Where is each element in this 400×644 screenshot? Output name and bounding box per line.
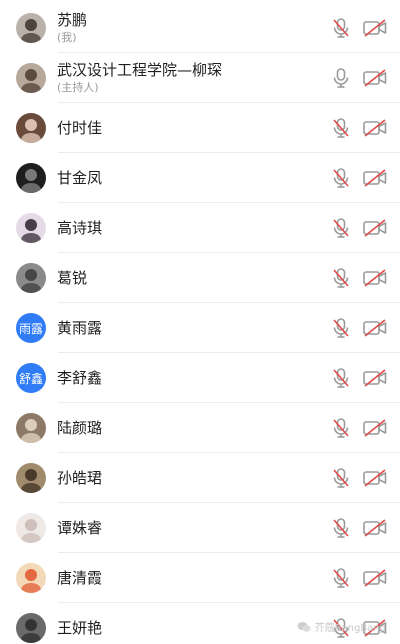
avatar-photo <box>16 163 46 193</box>
mic-muted-icon[interactable] <box>330 17 352 39</box>
camera-off-icon[interactable] <box>362 17 388 39</box>
avatar: 雨露 <box>16 313 46 343</box>
avatar-photo <box>16 463 46 493</box>
avatar <box>16 463 46 493</box>
avatar <box>16 13 46 43</box>
camera-off-icon[interactable] <box>362 367 388 389</box>
participant-info: 武汉设计工程学院—柳琛 (主持人) <box>57 61 222 95</box>
participant-info: 李舒鑫 <box>57 369 102 387</box>
camera-off-icon[interactable] <box>362 117 388 139</box>
avatar-initials: 舒鑫 <box>18 371 43 386</box>
participant-row[interactable]: 葛锐 <box>0 253 400 303</box>
participant-info: 高诗琪 <box>57 219 102 237</box>
avatar-photo <box>16 213 46 243</box>
mic-muted-icon[interactable] <box>330 217 352 239</box>
participant-row[interactable]: 舒鑫 李舒鑫 <box>0 353 400 403</box>
participant-row[interactable]: 武汉设计工程学院—柳琛 (主持人) <box>0 53 400 103</box>
participant-info: 付时佳 <box>57 119 102 137</box>
participant-name: 李舒鑫 <box>57 369 103 387</box>
avatar <box>16 613 46 643</box>
participant-info: 唐清霞 <box>57 569 102 587</box>
participant-list: 苏鹏 (我) 武汉设计工程学院—柳琛 (主持人) 付时佳 甘金凤 高诗琪 葛锐 雨露 黄雨露 舒鑫李… <box>0 0 400 644</box>
participant-role: (我) <box>57 31 77 44</box>
avatar-photo <box>16 63 46 93</box>
mic-muted-icon[interactable] <box>330 467 352 489</box>
participant-name: 陆颜璐 <box>57 419 103 437</box>
mic-muted-icon[interactable] <box>330 367 352 389</box>
avatar: 舒鑫 <box>16 363 46 393</box>
avatar <box>16 113 46 143</box>
participant-info: 苏鹏 (我) <box>57 11 87 45</box>
participant-info: 谭姝睿 <box>57 519 102 537</box>
participant-row[interactable]: 高诗琪 <box>0 203 400 253</box>
avatar-photo <box>16 13 46 43</box>
participant-row[interactable]: 苏鹏 (我) <box>0 3 400 53</box>
participant-info: 王妍艳 <box>57 619 102 637</box>
participant-row[interactable]: 陆颜璐 <box>0 403 400 453</box>
avatar-photo <box>16 613 46 643</box>
avatar <box>16 163 46 193</box>
camera-off-icon[interactable] <box>362 567 388 589</box>
participant-info: 陆颜璐 <box>57 419 102 437</box>
avatar <box>16 513 46 543</box>
avatar-photo <box>16 563 46 593</box>
avatar-photo <box>16 513 46 543</box>
mic-muted-icon[interactable] <box>330 417 352 439</box>
participant-row[interactable]: 甘金凤 <box>0 153 400 203</box>
participant-name: 王妍艳 <box>57 619 103 637</box>
participant-name: 唐清霞 <box>57 569 103 587</box>
mic-muted-icon[interactable] <box>330 517 352 539</box>
participant-name: 高诗琪 <box>57 219 103 237</box>
participant-row[interactable]: 雨露 黄雨露 <box>0 303 400 353</box>
camera-off-icon[interactable] <box>362 167 388 189</box>
participant-row[interactable]: 付时佳 <box>0 103 400 153</box>
avatar <box>16 563 46 593</box>
mic-muted-icon[interactable] <box>330 317 352 339</box>
camera-off-icon[interactable] <box>362 67 388 89</box>
wechat-icon <box>297 621 311 632</box>
avatar-photo <box>16 113 46 143</box>
mic-muted-icon[interactable] <box>330 267 352 289</box>
camera-off-icon[interactable] <box>362 467 388 489</box>
participant-name: 谭姝睿 <box>57 519 103 537</box>
mic-icon[interactable] <box>330 67 352 89</box>
watermark: 芥蔻BangBang <box>297 619 386 634</box>
participant-role: (主持人) <box>57 81 99 94</box>
participant-name: 甘金凤 <box>57 169 103 187</box>
avatar-photo <box>16 413 46 443</box>
participant-name: 葛锐 <box>57 269 88 287</box>
camera-off-icon[interactable] <box>362 317 388 339</box>
participant-info: 黄雨露 <box>57 319 102 337</box>
participant-row[interactable]: 孙皓珺 <box>0 453 400 503</box>
avatar-photo <box>16 263 46 293</box>
mic-muted-icon[interactable] <box>330 117 352 139</box>
participant-name: 苏鹏 <box>57 11 88 29</box>
avatar <box>16 213 46 243</box>
participant-info: 孙皓珺 <box>57 469 102 487</box>
avatar <box>16 413 46 443</box>
avatar-initials: 雨露 <box>18 321 43 336</box>
participant-info: 甘金凤 <box>57 169 102 187</box>
mic-muted-icon[interactable] <box>330 167 352 189</box>
participant-name: 付时佳 <box>57 119 103 137</box>
avatar <box>16 63 46 93</box>
participant-info: 葛锐 <box>57 269 87 287</box>
camera-off-icon[interactable] <box>362 517 388 539</box>
mic-muted-icon[interactable] <box>330 567 352 589</box>
participant-name: 黄雨露 <box>57 319 103 337</box>
camera-off-icon[interactable] <box>362 267 388 289</box>
participant-row[interactable]: 谭姝睿 <box>0 503 400 553</box>
avatar <box>16 263 46 293</box>
watermark-text: 芥蔻BangBang <box>314 623 386 634</box>
participant-row[interactable]: 唐清霞 <box>0 553 400 603</box>
participant-name: 武汉设计工程学院—柳琛 <box>57 61 223 79</box>
participant-name: 孙皓珺 <box>57 469 103 487</box>
camera-off-icon[interactable] <box>362 217 388 239</box>
camera-off-icon[interactable] <box>362 417 388 439</box>
